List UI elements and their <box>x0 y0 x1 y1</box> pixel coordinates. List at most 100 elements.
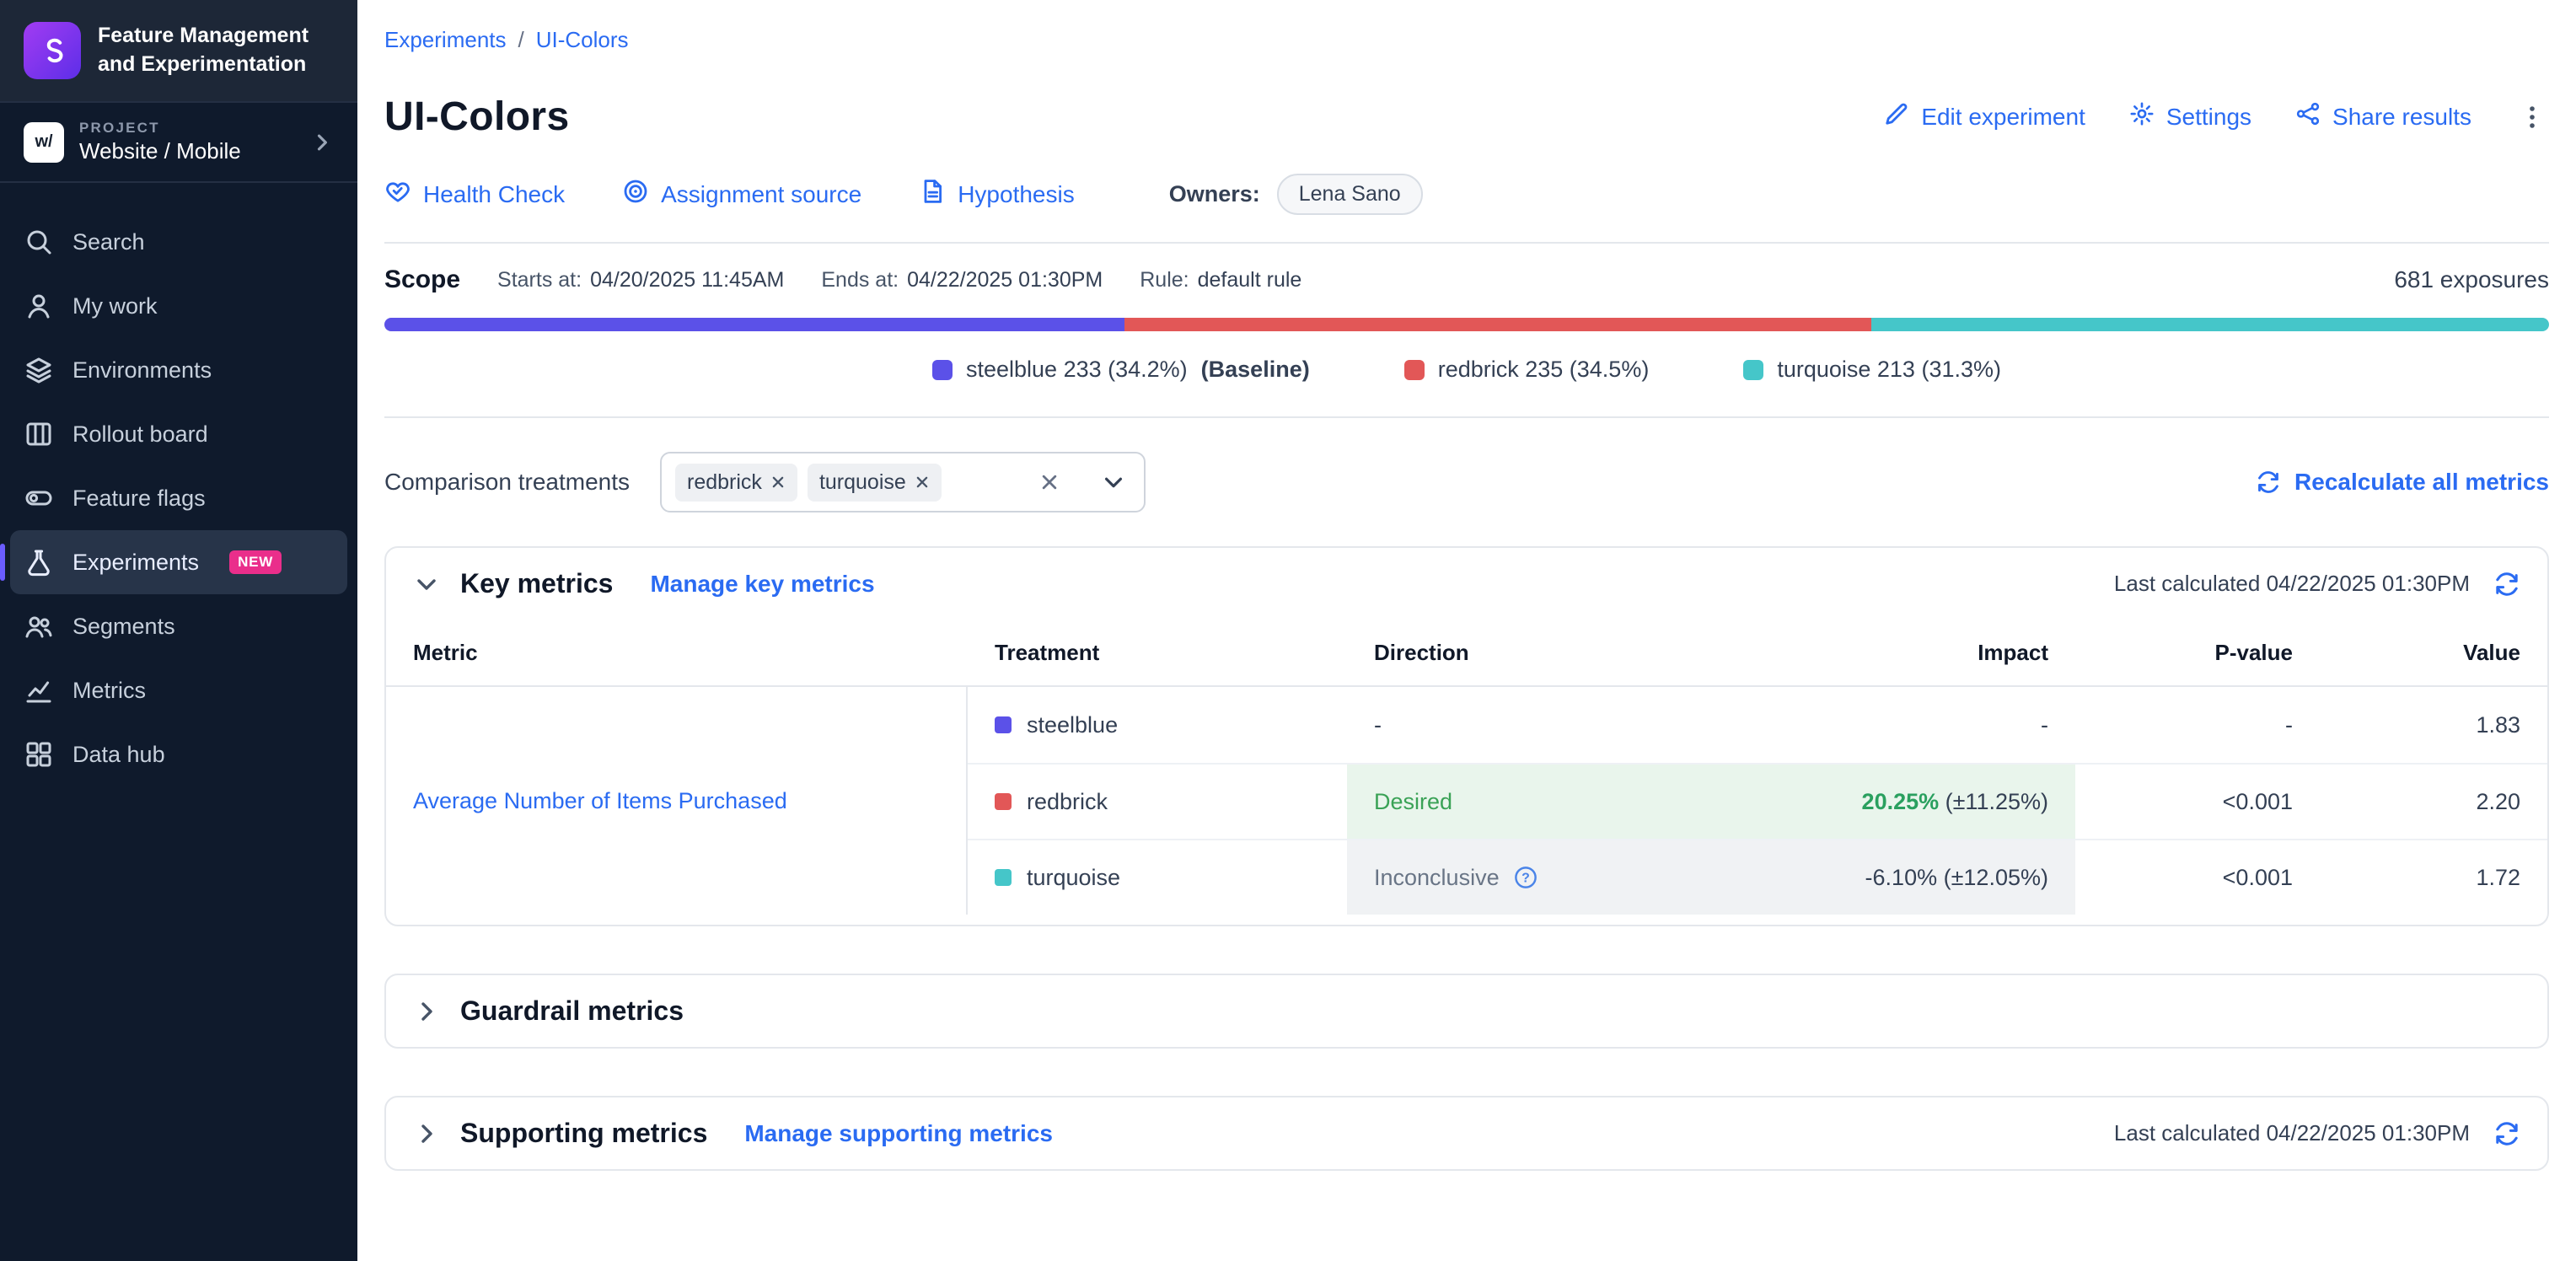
chevron-down-icon[interactable] <box>1083 453 1144 511</box>
bar-segment-steelblue <box>384 318 1124 331</box>
direction-cell: Desired <box>1347 765 1777 839</box>
guardrail-metrics-title: Guardrail metrics <box>460 995 684 1027</box>
share-icon <box>2295 101 2321 132</box>
breadcrumb: Experiments / UI-Colors <box>384 27 2549 53</box>
sidebar-item-experiments[interactable]: Experiments NEW <box>10 530 347 594</box>
legend-item-steelblue: steelblue 233 (34.2%) (Baseline) <box>932 357 1310 383</box>
treatment-swatch <box>995 793 1012 810</box>
sidebar-item-label: Search <box>72 229 145 255</box>
assignment-source-link[interactable]: Assignment source <box>622 178 861 211</box>
assignment-source-label: Assignment source <box>661 181 861 208</box>
table-row-steelblue: steelblue - - - 1.83 <box>968 687 2547 763</box>
breadcrumb-current-link[interactable]: UI-Colors <box>536 27 629 53</box>
key-metrics-header: Key metrics Manage key metrics Last calc… <box>386 548 2547 620</box>
project-switcher[interactable]: w/ PROJECT Website / Mobile <box>0 101 357 183</box>
exposure-distribution-bar <box>384 318 2549 331</box>
chart-line-icon <box>24 675 54 706</box>
info-question-icon[interactable]: ? <box>1513 865 1538 890</box>
brand-title-line2: and Experimentation <box>98 52 306 76</box>
owner-pill[interactable]: Lena Sano <box>1277 174 1423 215</box>
user-icon <box>24 291 54 321</box>
collapse-chevron-down-icon[interactable] <box>413 571 440 598</box>
project-name: Website / Mobile <box>79 138 241 164</box>
metrics-table-body: Average Number of Items Purchased steelb… <box>386 687 2547 915</box>
comparison-treatments-select[interactable]: redbrick turquoise <box>660 452 1146 512</box>
more-options-kebab-icon[interactable] <box>2515 100 2549 134</box>
brand: Feature Management and Experimentation <box>0 0 357 101</box>
owners-label: Owners: <box>1169 181 1260 207</box>
clear-all-icon[interactable] <box>1026 472 1073 492</box>
chip-label: turquoise <box>819 470 906 495</box>
sidebar-item-feature-flags[interactable]: Feature flags <box>0 466 357 530</box>
settings-label: Settings <box>2166 104 2251 131</box>
comparison-row: Comparison treatments redbrick turquoise… <box>384 452 2549 512</box>
legend-item-redbrick: redbrick 235 (34.5%) <box>1404 357 1650 383</box>
chip-remove-icon[interactable] <box>770 475 786 490</box>
scope-title: Scope <box>384 266 460 294</box>
sidebar-item-segments[interactable]: Segments <box>0 594 357 658</box>
manage-key-metrics-link[interactable]: Manage key metrics <box>650 571 874 598</box>
sidebar-item-label: Segments <box>72 614 175 640</box>
breadcrumb-experiments-link[interactable]: Experiments <box>384 27 507 53</box>
brand-logo-icon <box>24 22 81 79</box>
main-content: Experiments / UI-Colors UI-Colors Edit e… <box>357 0 2576 1261</box>
share-results-button[interactable]: Share results <box>2295 101 2471 132</box>
key-metrics-right: Last calculated 04/22/2025 01:30PM <box>2114 571 2520 598</box>
bar-segment-turquoise <box>1871 318 2549 331</box>
metric-name-link[interactable]: Average Number of Items Purchased <box>413 786 787 816</box>
last-calculated-text: Last calculated 04/22/2025 01:30PM <box>2114 571 2470 597</box>
treatment-name: redbrick <box>1027 789 1108 815</box>
sidebar-item-environments[interactable]: Environments <box>0 338 357 402</box>
project-info: PROJECT Website / Mobile <box>79 120 241 164</box>
exposure-legend: steelblue 233 (34.2%) (Baseline) redbric… <box>384 357 2549 383</box>
owners: Owners: Lena Sano <box>1169 174 1423 215</box>
treatment-swatch <box>995 869 1012 886</box>
impact-cell: -6.10% (±12.05%) <box>1777 840 2075 915</box>
chip-remove-icon[interactable] <box>915 475 930 490</box>
metric-cell: Average Number of Items Purchased <box>386 687 968 915</box>
sidebar-item-label: Metrics <box>72 678 146 704</box>
refresh-icon[interactable] <box>2493 1120 2520 1147</box>
hypothesis-link[interactable]: Hypothesis <box>919 178 1075 211</box>
treatment-name: turquoise <box>1027 865 1120 891</box>
scope-rule: Rule:default rule <box>1140 268 1301 292</box>
sidebar-item-my-work[interactable]: My work <box>0 274 357 338</box>
meta-row: Health Check Assignment source Hypothesi… <box>384 174 2549 215</box>
refresh-icon[interactable] <box>2493 571 2520 598</box>
manage-supporting-metrics-link[interactable]: Manage supporting metrics <box>744 1120 1053 1147</box>
col-metric: Metric <box>386 640 968 666</box>
p-value-cell: <0.001 <box>2075 765 2320 839</box>
value-cell: 2.20 <box>2320 765 2547 839</box>
recalculate-all-metrics-button[interactable]: Recalculate all metrics <box>2256 469 2549 496</box>
value-cell: 1.83 <box>2320 687 2547 763</box>
edit-experiment-button[interactable]: Edit experiment <box>1884 101 2085 132</box>
chevron-right-icon <box>310 131 334 154</box>
project-badge-icon: w/ <box>24 122 64 163</box>
bar-segment-redbrick <box>1124 318 1871 331</box>
metrics-table-header: Metric Treatment Direction Impact P-valu… <box>386 620 2547 687</box>
sidebar-item-rollout-board[interactable]: Rollout board <box>0 402 357 466</box>
table-row-turquoise: turquoise Inconclusive ? -6.10% (±12.05%… <box>968 839 2547 915</box>
heart-check-icon <box>384 178 411 211</box>
gear-icon <box>2129 101 2155 132</box>
col-treatment: Treatment <box>968 640 1347 666</box>
p-value-cell: <0.001 <box>2075 840 2320 915</box>
sidebar-item-label: Data hub <box>72 742 165 768</box>
guardrail-metrics-header: Guardrail metrics <box>386 975 2547 1047</box>
sidebar-item-search[interactable]: Search <box>0 210 357 274</box>
key-metrics-card: Key metrics Manage key metrics Last calc… <box>384 546 2549 926</box>
users-icon <box>24 611 54 641</box>
health-check-link[interactable]: Health Check <box>384 178 565 211</box>
last-calculated-text: Last calculated 04/22/2025 01:30PM <box>2114 1120 2470 1146</box>
settings-button[interactable]: Settings <box>2129 101 2251 132</box>
treatment-cell: redbrick <box>968 765 1347 839</box>
sidebar-item-metrics[interactable]: Metrics <box>0 658 357 722</box>
sidebar-item-data-hub[interactable]: Data hub <box>0 722 357 786</box>
expand-chevron-right-icon[interactable] <box>413 998 440 1025</box>
guardrail-metrics-card: Guardrail metrics <box>384 974 2549 1049</box>
header-actions: Edit experiment Settings Share results <box>1884 100 2549 134</box>
expand-chevron-right-icon[interactable] <box>413 1120 440 1147</box>
impact-cell: - <box>1777 687 2075 763</box>
refresh-icon <box>2256 470 2281 495</box>
legend-swatch <box>932 360 953 380</box>
